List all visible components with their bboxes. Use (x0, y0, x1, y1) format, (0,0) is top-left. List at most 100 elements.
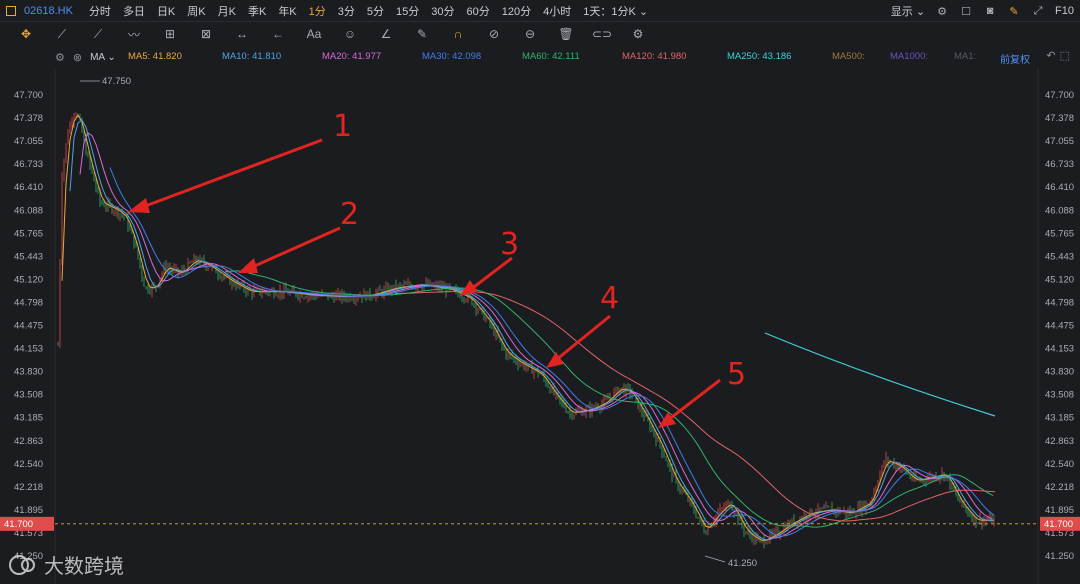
link-icon[interactable]: ⊂⊃ (592, 27, 612, 41)
measure-tool-icon[interactable]: ⊠ (196, 27, 216, 41)
more-tools-icon[interactable]: ⚙ (628, 27, 648, 41)
period-tab[interactable]: 3分 (332, 3, 361, 19)
line-tool-icon[interactable]: ⟋ (52, 27, 72, 42)
emoji-tool-icon[interactable]: ☺ (340, 27, 360, 41)
candlestick-chart[interactable]: 47.700 47.378 47.055 46.733 46.410 46.088 45.7… (0, 68, 1080, 584)
ma-value[interactable]: MA500: (832, 51, 865, 62)
y-tick-label-right: 44.798 (1045, 297, 1074, 308)
period-tab[interactable]: 15分 (390, 3, 425, 19)
arrow-tool-icon[interactable]: ← (268, 27, 288, 41)
pencil-tool-icon[interactable]: ✎ (412, 27, 432, 41)
ray-tool-icon[interactable]: ⟋ (88, 27, 108, 42)
hide-drawings-icon[interactable]: ⊘ (484, 27, 504, 41)
period-tab[interactable]: 多日 (117, 3, 151, 19)
close-icon[interactable]: ⊗ (73, 51, 82, 64)
period-select[interactable]: 1天：1分K ⌄ (583, 3, 648, 19)
period-tab[interactable]: 5分 (361, 3, 390, 19)
y-tick-label: 44.153 (14, 344, 43, 355)
chart-background (0, 68, 1080, 584)
y-tick-label: 42.540 (14, 459, 43, 470)
ma-value[interactable]: MA20: 41.977 (322, 51, 381, 62)
y-tick-label-right: 41.895 (1045, 505, 1074, 516)
period-tab[interactable]: 日K (151, 3, 181, 19)
camera-icon[interactable]: ◙ (983, 4, 997, 18)
annotation-2: 2 (340, 197, 359, 232)
crosshair-icon[interactable]: ✥ (16, 27, 36, 41)
undo-icon[interactable]: ↶ (1046, 50, 1059, 62)
period-tab[interactable]: 60分 (461, 3, 496, 19)
ruler-icon[interactable]: ∠ (376, 27, 396, 41)
period-tab[interactable]: 30分 (425, 3, 460, 19)
f10-button[interactable]: F10 (1055, 5, 1074, 17)
ma-value[interactable]: MA1: (954, 51, 976, 62)
period-tab[interactable]: 季K (242, 3, 272, 19)
y-tick-label-right: 46.410 (1045, 182, 1074, 193)
y-tick-label-right: 45.120 (1045, 274, 1074, 285)
y-tick-label-right: 46.088 (1045, 205, 1074, 216)
period-tab[interactable]: 分时 (83, 3, 117, 19)
chevron-down-icon: ⌄ (107, 51, 116, 63)
gear-icon[interactable]: ⚙ (55, 51, 65, 64)
y-tick-label: 42.863 (14, 436, 43, 447)
ma-value[interactable]: MA30: 42.098 (422, 51, 481, 62)
period-tab[interactable]: 1分 (303, 3, 332, 19)
expand-icon[interactable]: ⬚ (1060, 50, 1074, 62)
high-label: 47.750 (102, 76, 131, 87)
y-tick-label: 46.410 (14, 182, 43, 193)
y-tick-label-right: 42.863 (1045, 436, 1074, 447)
y-tick-label: 43.830 (14, 367, 43, 378)
annotation-5: 5 (727, 357, 746, 392)
layout-icon[interactable]: ☐ (959, 4, 973, 18)
period-tab[interactable]: 4小时 (537, 3, 577, 19)
period-tabs: 分时 多日 日K 周K 月K 季K 年K 1分 3分 5分 15分 30分 60分 120分 4小时 (83, 3, 577, 19)
settings-icon[interactable]: ⚙ (935, 4, 949, 18)
ma-value[interactable]: MA120: 41.980 (622, 51, 686, 62)
fullscreen-icon[interactable]: ⤢ (1031, 4, 1045, 18)
trash-icon[interactable]: 🗑 (556, 27, 576, 41)
period-tab[interactable]: 120分 (496, 3, 537, 19)
y-tick-label-right: 47.700 (1045, 90, 1074, 101)
y-tick-label-right: 42.540 (1045, 459, 1074, 470)
y-tick-label: 44.475 (14, 321, 43, 332)
magnet-icon[interactable]: ∩ (448, 27, 468, 41)
ma-value[interactable]: MA10: 41.810 (222, 51, 281, 62)
ma-value[interactable]: MA250: 43.186 (727, 51, 791, 62)
ma-value[interactable]: MA60: 42.111 (522, 51, 580, 62)
display-menu[interactable]: 显示 ⌄ (891, 3, 925, 19)
fib-tool-icon[interactable]: ⊞ (160, 27, 180, 41)
y-tick-label: 47.700 (14, 90, 43, 101)
current-price-label-right: 41.700 (1044, 519, 1073, 530)
ma-value[interactable]: MA5: 41.820 (128, 51, 182, 62)
y-tick-label-right: 42.218 (1045, 482, 1074, 493)
period-tab[interactable]: 月K (212, 3, 242, 19)
lock-icon[interactable]: ⊖ (520, 27, 540, 41)
window-icon[interactable] (6, 5, 16, 16)
annotation-3: 3 (500, 227, 519, 262)
range-tool-icon[interactable]: ↔ (232, 27, 252, 41)
y-tick-label: 45.443 (14, 251, 43, 262)
watermark-logo (9, 554, 35, 575)
ma-indicator-bar: ⚙ ⊗ MA ⌄ MA5: 41.820 MA10: 41.810 MA20: 41… (0, 47, 1080, 67)
text-tool-icon[interactable]: Aa (304, 27, 324, 41)
y-tick-label: 47.055 (14, 136, 43, 147)
y-tick-label: 43.508 (14, 390, 43, 401)
y-tick-label: 44.798 (14, 297, 43, 308)
period-tab[interactable]: 年K (272, 3, 302, 19)
adjust-select[interactable]: 前复权 (1000, 51, 1030, 66)
chart-controls[interactable]: ↶⬚ (1046, 49, 1074, 62)
annotation-4: 4 (600, 281, 619, 316)
y-tick-label: 45.120 (14, 274, 43, 285)
pencil-icon[interactable]: ✎ (1007, 4, 1021, 18)
y-tick-label-right: 43.185 (1045, 413, 1074, 424)
current-price-tag-left: 41.700 (0, 516, 54, 531)
ma-value[interactable]: MA1000: (890, 51, 928, 62)
stock-symbol[interactable]: 02618.HK (24, 5, 73, 17)
y-tick-label-right: 45.765 (1045, 228, 1074, 239)
current-price-label: 41.700 (4, 519, 33, 530)
y-tick-label-right: 44.153 (1045, 344, 1074, 355)
y-tick-label: 43.185 (14, 413, 43, 424)
period-tab[interactable]: 周K (181, 3, 211, 19)
wave-tool-icon[interactable]: 〰 (124, 26, 144, 43)
indicator-name[interactable]: MA ⌄ (90, 52, 116, 63)
y-tick-label-right: 45.443 (1045, 251, 1074, 262)
